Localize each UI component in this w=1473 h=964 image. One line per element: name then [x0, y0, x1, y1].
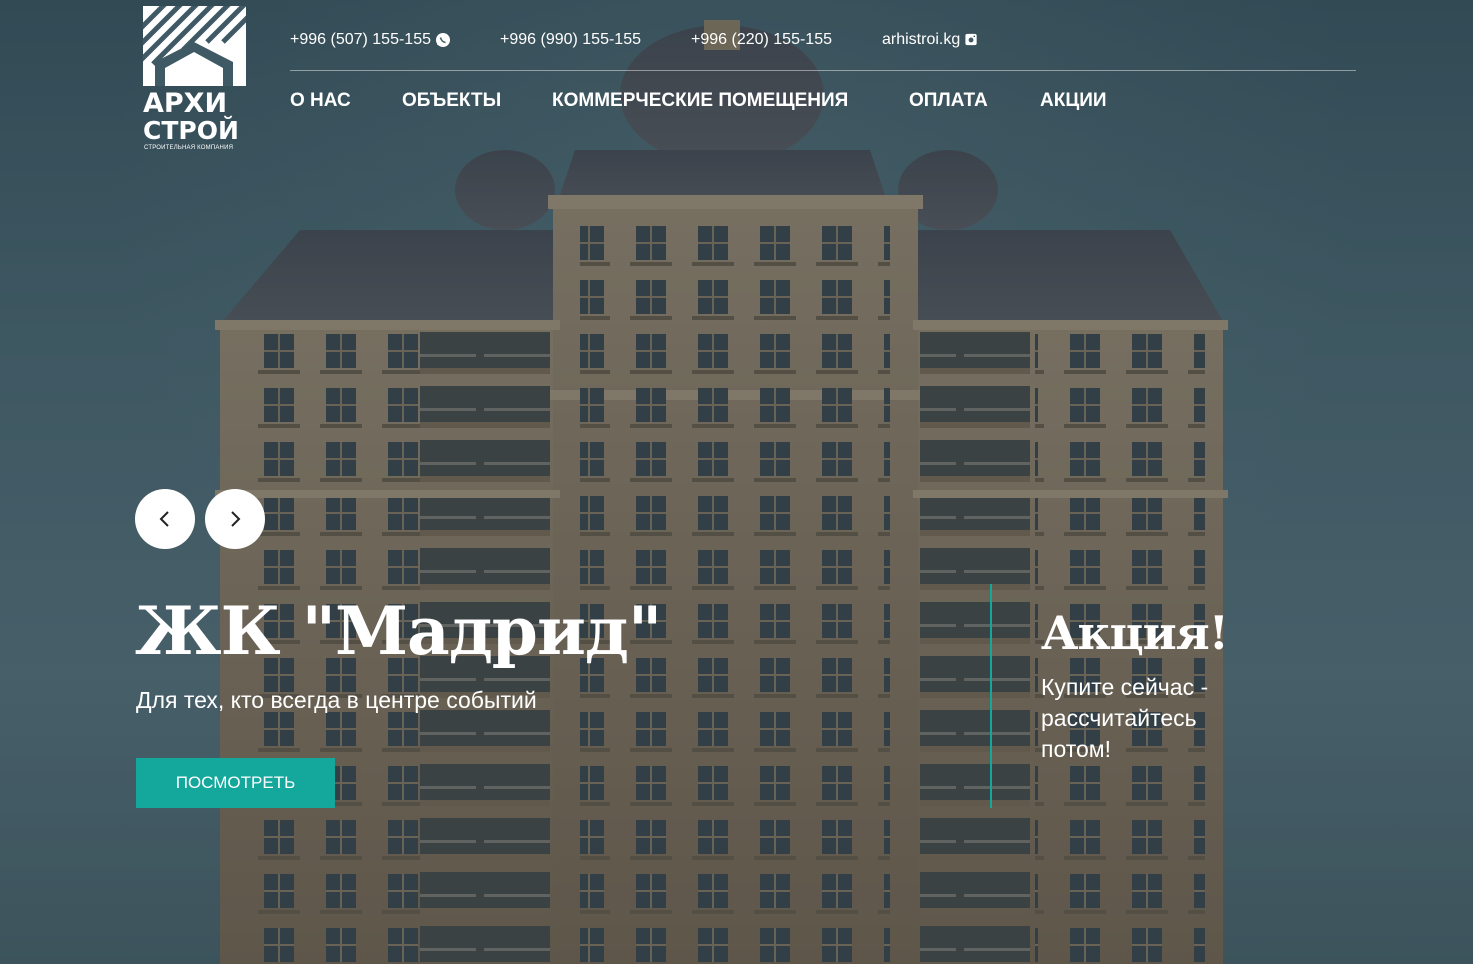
slider-next-button[interactable]	[205, 489, 265, 549]
promo-text: Купите сейчас - рассчитайтесь потом!	[1041, 674, 1209, 762]
phone-2-text: +996 (990) 155-155	[500, 31, 641, 48]
slider-prev-button[interactable]	[135, 489, 195, 549]
instagram-text: arhistroi.kg	[882, 31, 961, 48]
main-nav: О НАС ОБЪЕКТЫ КОММЕРЧЕСКИЕ ПОМЕЩЕНИЯ ОПЛ…	[290, 90, 1107, 112]
phone-link-1[interactable]: +996 (507) 155-155	[290, 31, 500, 49]
chevron-left-icon	[159, 511, 169, 527]
instagram-icon	[964, 32, 980, 48]
header-divider	[290, 70, 1356, 71]
instagram-link[interactable]: arhistroi.kg	[882, 31, 980, 49]
promo-title: Акция!	[1041, 606, 1229, 660]
logo[interactable]: АРХИ СТРОЙ СТРОИТЕЛЬНАЯ КОМПАНИЯ	[131, 0, 265, 154]
nav-item-about[interactable]: О НАС	[290, 90, 402, 112]
chevron-right-icon	[231, 511, 241, 527]
logo-text-bottom: СТРОЙ	[143, 116, 239, 145]
phone-link-3[interactable]: +996 (220) 155-155	[691, 31, 882, 49]
view-button[interactable]: ПОСМОТРЕТЬ	[136, 758, 335, 808]
hero-section: АРХИ СТРОЙ СТРОИТЕЛЬНАЯ КОМПАНИЯ +996 (5…	[0, 0, 1473, 964]
logo-text-top: АРХИ	[143, 88, 228, 119]
promo-divider	[990, 584, 992, 808]
logo-tagline: СТРОИТЕЛЬНАЯ КОМПАНИЯ	[144, 145, 234, 151]
phone-link-2[interactable]: +996 (990) 155-155	[500, 31, 691, 49]
nav-item-payment[interactable]: ОПЛАТА	[909, 90, 1040, 112]
whatsapp-icon	[435, 32, 451, 48]
nav-item-objects[interactable]: ОБЪЕКТЫ	[402, 90, 552, 112]
nav-item-promotions[interactable]: АКЦИИ	[1040, 90, 1107, 112]
hero-title: ЖК "Мадрид"	[135, 592, 662, 670]
phone-1-text: +996 (507) 155-155	[290, 31, 431, 48]
nav-item-commercial[interactable]: КОММЕРЧЕСКИЕ ПОМЕЩЕНИЯ	[552, 90, 909, 112]
logo-mark	[131, 0, 265, 86]
phone-3-text: +996 (220) 155-155	[691, 31, 832, 48]
hero-subtitle: Для тех, кто всегда в центре событий	[136, 687, 537, 713]
contacts-bar: +996 (507) 155-155 +996 (990) 155-155 +9…	[290, 28, 980, 52]
